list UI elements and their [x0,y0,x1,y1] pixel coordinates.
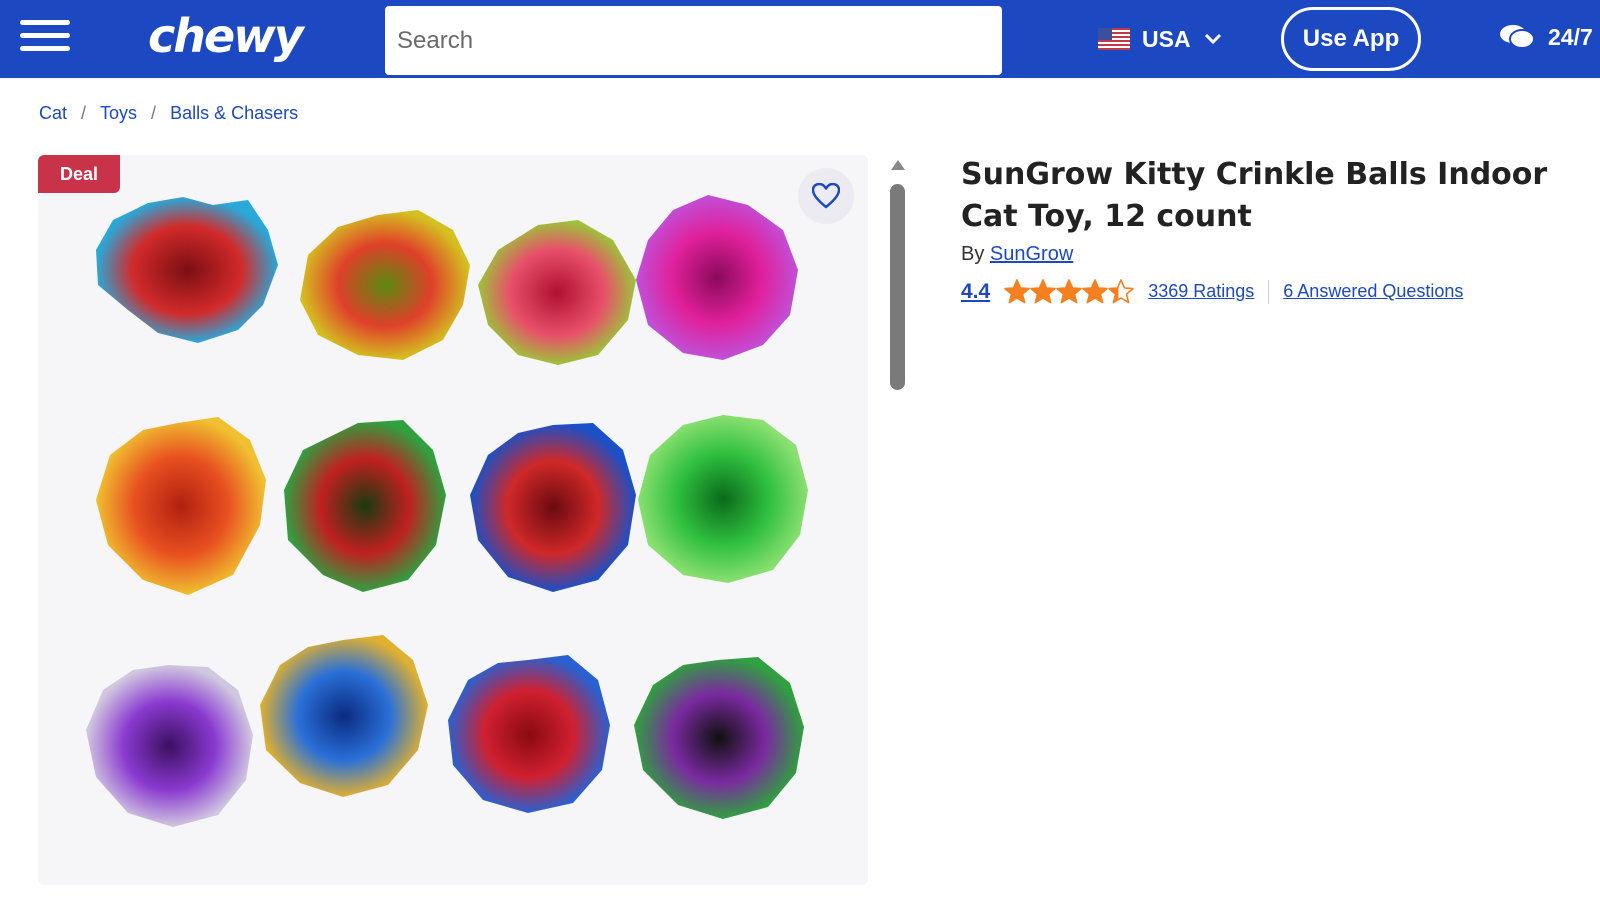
search-input[interactable] [397,6,937,75]
star-rating[interactable] [1004,279,1135,304]
crinkle-ball [634,657,804,819]
star-icon [1082,279,1109,304]
crinkle-ball [636,195,798,360]
crinkle-ball [260,635,428,797]
country-label: USA [1142,25,1191,52]
scroll-up-arrow-icon[interactable] [891,160,905,170]
rating-value[interactable]: 4.4 [961,280,990,304]
crinkle-ball [86,665,253,827]
site-header: chewy USA Use App 24/7 [0,0,1600,78]
chat-icon [1500,25,1535,49]
crinkle-balls-photo [86,195,808,827]
star-icon [1030,279,1057,304]
search-bar [385,6,1367,75]
breadcrumb-separator: / [151,103,157,123]
crinkle-ball [284,420,446,592]
crinkle-ball [448,655,610,813]
country-selector[interactable]: USA [1098,22,1223,56]
chewy-logo[interactable]: chewy [148,6,304,66]
heart-icon [812,183,840,209]
rating-row: 4.4 3369 Ratings 6 Answered Questions [961,279,1463,304]
answered-questions-link[interactable]: 6 Answered Questions [1283,281,1463,302]
star-icon [1108,279,1135,304]
crinkle-ball [96,197,278,343]
crinkle-ball [638,415,808,583]
crinkle-ball [470,423,636,592]
by-label: By [961,243,985,265]
support-link[interactable]: 24/7 [1498,22,1593,52]
deal-badge: Deal [38,155,120,193]
us-flag-icon [1098,28,1130,50]
star-icon [1004,279,1031,304]
brand-byline: By SunGrow [961,243,1073,266]
star-icon [1056,279,1083,304]
chevron-down-icon [1204,33,1221,45]
breadcrumb: Cat / Toys / Balls & Chasers [39,103,298,124]
breadcrumb-toys[interactable]: Toys [100,103,137,124]
breadcrumb-balls-chasers[interactable]: Balls & Chasers [170,103,298,124]
support-label: 24/7 [1548,23,1593,50]
brand-link[interactable]: SunGrow [990,243,1073,265]
use-app-button[interactable]: Use App [1281,7,1421,71]
product-image[interactable]: Deal [38,155,868,885]
crinkle-ball [478,220,636,365]
crinkle-ball [96,417,266,595]
ratings-count-link[interactable]: 3369 Ratings [1148,281,1254,302]
favorite-button[interactable] [798,168,854,224]
divider [1268,279,1270,304]
breadcrumb-separator: / [81,103,87,123]
product-title: SunGrow Kitty Crinkle Balls Indoor Cat T… [961,157,1548,234]
gallery-scrollbar[interactable] [882,160,912,390]
crinkle-ball [300,210,470,360]
scroll-thumb[interactable] [890,184,905,390]
breadcrumb-cat[interactable]: Cat [39,103,67,124]
menu-icon[interactable] [20,20,70,56]
